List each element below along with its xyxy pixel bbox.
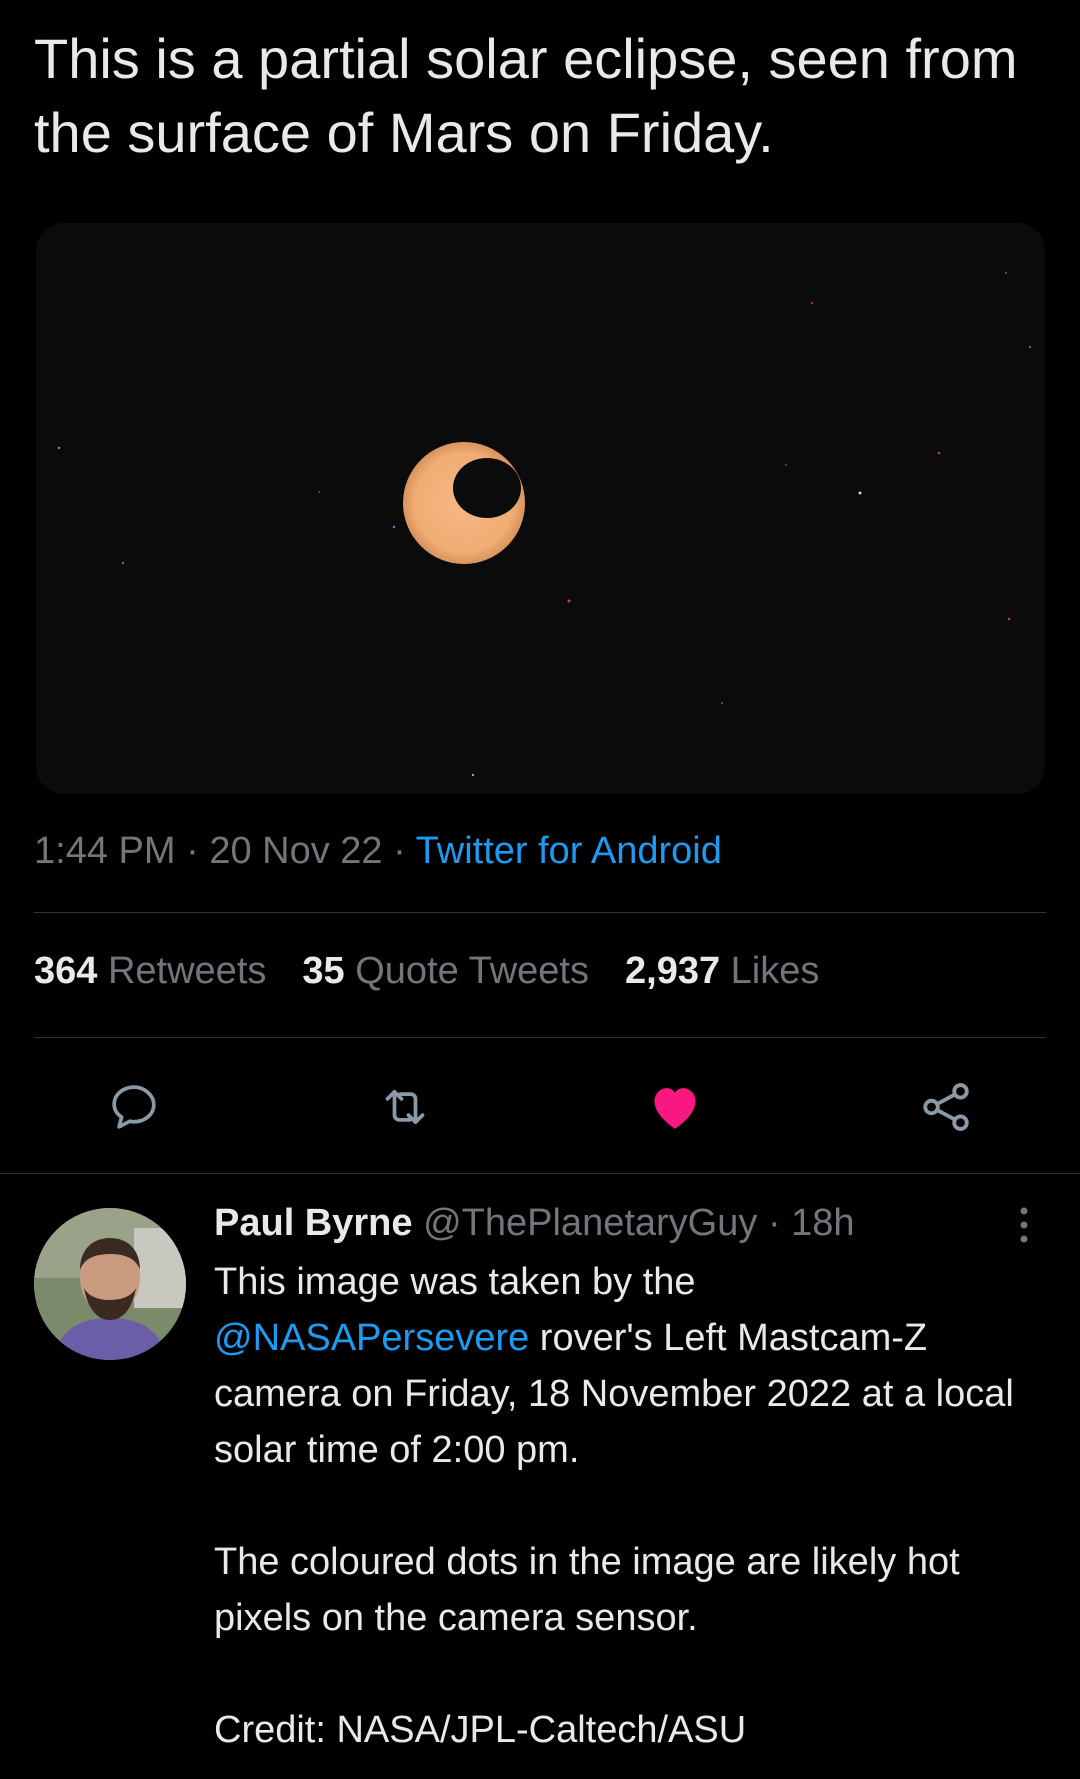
meta-separator: · xyxy=(186,830,199,872)
likes-count: 2,937 xyxy=(625,950,721,992)
phobos-shadow xyxy=(453,458,521,518)
tweet-time: 1:44 PM xyxy=(34,830,176,872)
retweet-button[interactable] xyxy=(373,1075,437,1139)
like-button[interactable] xyxy=(643,1075,707,1139)
reply-paragraph: The coloured dots in the image are likel… xyxy=(214,1541,960,1639)
likes-label: Likes xyxy=(730,950,820,992)
tweet-date: 20 Nov 22 xyxy=(209,830,383,872)
reply-text: This image was taken by the @NASAPersever… xyxy=(214,1254,1054,1758)
reply-paragraph: This image was taken by the @NASAPersever… xyxy=(214,1254,1054,1478)
meta-separator: · xyxy=(767,1202,781,1244)
mention-link[interactable]: @NASAPersevere xyxy=(214,1317,529,1359)
reply-text-line: This image was taken by the xyxy=(214,1261,696,1303)
reply-author-handle[interactable]: @ThePlanetaryGuy xyxy=(423,1202,757,1244)
divider xyxy=(34,912,1046,913)
tweet-meta: 1:44 PM · 20 Nov 22 · Twitter for Androi… xyxy=(34,830,722,873)
likes-stat[interactable]: 2,937 Likes xyxy=(625,950,819,993)
avatar[interactable] xyxy=(34,1208,186,1360)
retweets-count: 364 xyxy=(34,950,98,992)
quotes-label: Quote Tweets xyxy=(355,950,589,992)
retweet-icon xyxy=(385,1089,425,1125)
share-icon xyxy=(923,1083,969,1131)
reply-header: Paul Byrne @ThePlanetaryGuy · 18h xyxy=(214,1202,855,1245)
quotes-count: 35 xyxy=(302,950,345,992)
divider xyxy=(0,1173,1080,1174)
tweet-source-link[interactable]: Twitter for Android xyxy=(416,830,722,872)
reply-button[interactable] xyxy=(102,1075,166,1139)
eclipse-photo xyxy=(36,223,1045,794)
tweet-stats: 364 Retweets 35 Quote Tweets 2,937 Likes xyxy=(34,950,819,993)
reply-author-name[interactable]: Paul Byrne xyxy=(214,1202,413,1244)
retweets-label: Retweets xyxy=(107,950,267,992)
tweet-image[interactable] xyxy=(36,223,1045,794)
tweet-actions xyxy=(0,1075,1080,1145)
profile-photo xyxy=(34,1208,186,1360)
quotes-stat[interactable]: 35 Quote Tweets xyxy=(302,950,589,993)
retweets-stat[interactable]: 364 Retweets xyxy=(34,950,266,993)
more-options-button[interactable] xyxy=(1012,1205,1036,1245)
share-button[interactable] xyxy=(914,1075,978,1139)
more-vertical-icon xyxy=(1020,1207,1028,1243)
reply-bubble-icon xyxy=(112,1085,156,1129)
tweet-text: This is a partial solar eclipse, seen fr… xyxy=(34,27,1018,164)
meta-separator: · xyxy=(393,830,406,872)
reply-credit: Credit: NASA/JPL-Caltech/ASU xyxy=(214,1709,747,1751)
reply-age: 18h xyxy=(791,1202,855,1244)
divider xyxy=(34,1037,1046,1038)
heart-filled-icon xyxy=(654,1088,696,1129)
